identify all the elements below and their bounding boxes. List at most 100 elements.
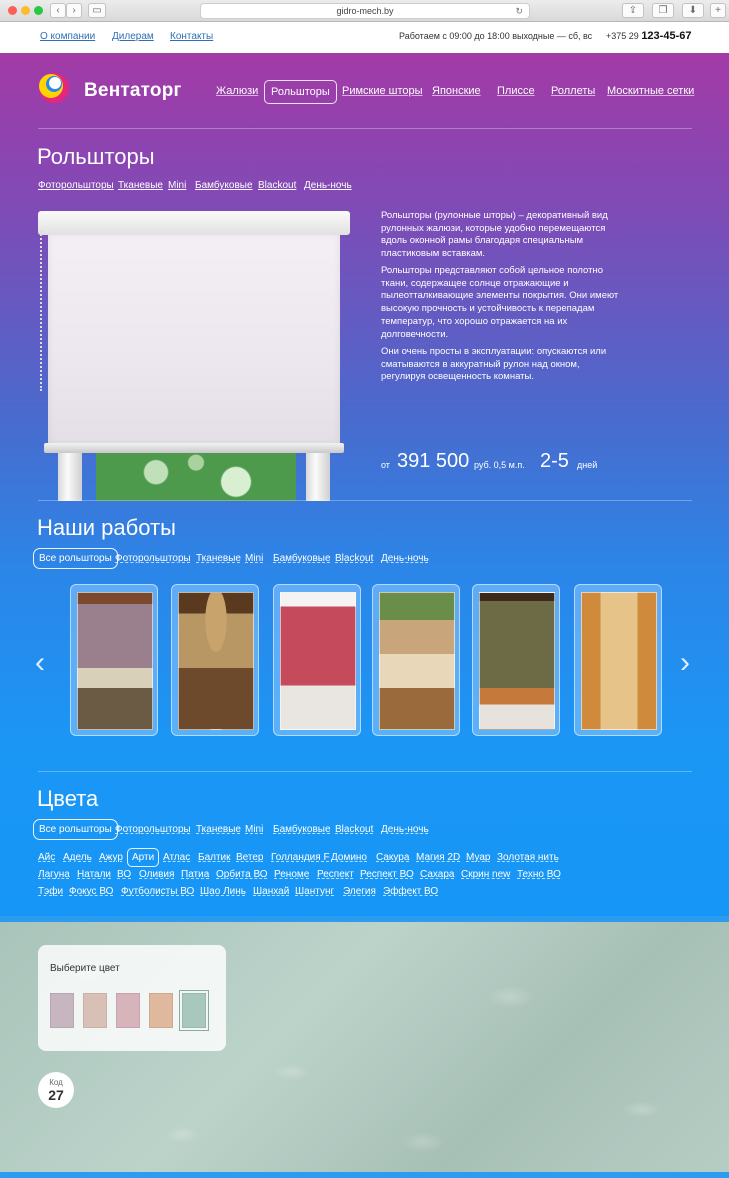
color-code-badge: Код 27 [38, 1072, 74, 1108]
sidebar-icon[interactable]: ▭ [88, 3, 106, 18]
color-option[interactable]: Шанхай [253, 886, 289, 897]
colors-filter-day-night[interactable]: День-ночь [381, 824, 429, 835]
reload-icon[interactable]: ↻ [515, 4, 523, 18]
colors-filter-fabric[interactable]: Тканевые [196, 824, 241, 835]
nav-japanese[interactable]: Японские [432, 85, 481, 97]
works-filter-mini[interactable]: Mini [245, 553, 263, 564]
maximize-window-icon[interactable] [34, 6, 43, 15]
color-option[interactable]: Скрин new [461, 869, 510, 880]
color-option[interactable]: Орбита ВО [216, 869, 268, 880]
blind-cloth [48, 233, 340, 445]
color-option[interactable]: Сакура [376, 852, 409, 863]
color-option[interactable]: Ветер [236, 852, 264, 863]
code-label: Код [49, 1078, 63, 1087]
color-option[interactable]: Патиа [181, 869, 209, 880]
color-option[interactable]: Балтик [198, 852, 231, 863]
color-option[interactable]: Футболисты ВО [121, 886, 194, 897]
blind-roller [38, 211, 350, 235]
color-option[interactable]: Муар [466, 852, 490, 863]
color-option[interactable]: ВО [117, 869, 131, 880]
gallery-next-icon[interactable]: › [680, 646, 690, 680]
blind-bottom-bar [44, 443, 344, 453]
gallery-card[interactable] [273, 584, 361, 736]
link-about[interactable]: О компании [40, 31, 95, 42]
color-option[interactable]: Респект ВО [360, 869, 414, 880]
forward-icon[interactable]: › [66, 3, 82, 18]
subnav-bamboo[interactable]: Бамбуковые [195, 180, 253, 191]
color-option[interactable]: Элегия [343, 886, 376, 897]
address-bar[interactable]: gidro-mech.by ↻ [200, 3, 530, 19]
subnav-mini[interactable]: Mini [168, 180, 186, 191]
gallery-card[interactable] [70, 584, 158, 736]
nav-plisse[interactable]: Плиссе [497, 85, 535, 97]
subnav-fabric[interactable]: Тканевые [118, 180, 163, 191]
colors-filter-bamboo[interactable]: Бамбуковые [273, 824, 331, 835]
footer-strip [0, 1172, 729, 1178]
color-option[interactable]: Голландия F [271, 852, 330, 863]
color-swatch[interactable] [50, 993, 74, 1028]
colors-filter-photo[interactable]: Фоторольшторы [115, 824, 191, 835]
color-option[interactable]: Реноме [274, 869, 309, 880]
color-option[interactable]: Техно ВО [517, 869, 561, 880]
color-option[interactable]: Респект [317, 869, 354, 880]
color-option[interactable]: Шао Линь [200, 886, 246, 897]
nav-rollets[interactable]: Роллеты [551, 85, 595, 97]
color-swatch[interactable] [116, 993, 140, 1028]
color-option[interactable]: Натали [77, 869, 111, 880]
color-option[interactable]: Оливия [139, 869, 174, 880]
color-option[interactable]: Адель [63, 852, 92, 863]
color-option[interactable]: Шантунг [295, 886, 334, 897]
color-swatch-selected[interactable] [179, 990, 209, 1031]
works-filter-fabric[interactable]: Тканевые [196, 553, 241, 564]
works-filter-bamboo[interactable]: Бамбуковые [273, 553, 331, 564]
gallery-prev-icon[interactable]: ‹ [35, 646, 45, 680]
subnav-photo[interactable]: Фоторольшторы [38, 180, 114, 191]
works-filter-blackout[interactable]: Blackout [335, 553, 373, 564]
share-icon[interactable]: ⇪ [622, 3, 644, 18]
color-option[interactable]: Лагуна [38, 869, 70, 880]
nav-rolshtory[interactable]: Рольшторы [264, 80, 337, 104]
color-swatch[interactable] [83, 993, 107, 1028]
downloads-icon[interactable]: ⬇ [682, 3, 704, 18]
back-icon[interactable]: ‹ [50, 3, 66, 18]
colors-filter-blackout[interactable]: Blackout [335, 824, 373, 835]
gallery-card[interactable] [574, 584, 662, 736]
divider [38, 500, 692, 501]
works-filter-all[interactable]: Все рольшторы [33, 548, 118, 569]
color-option[interactable]: Тэфи [38, 886, 63, 897]
color-option-selected[interactable]: Арти [127, 848, 160, 867]
works-filter-photo[interactable]: Фоторольшторы [115, 553, 191, 564]
logo-icon[interactable] [38, 68, 70, 106]
subnav-blackout[interactable]: Blackout [258, 180, 296, 191]
color-option[interactable]: Сахара [420, 869, 454, 880]
gallery-card[interactable] [171, 584, 259, 736]
color-option[interactable]: Домино [331, 852, 367, 863]
color-option[interactable]: Эффект ВО [383, 886, 438, 897]
gallery-card[interactable] [372, 584, 460, 736]
colors-filter-all[interactable]: Все рольшторы [33, 819, 118, 840]
color-swatch[interactable] [149, 993, 173, 1028]
brand-name[interactable]: Вентаторг [84, 80, 182, 102]
color-option[interactable]: Золотая нить [497, 852, 559, 863]
product-title: Рольшторы [37, 144, 155, 169]
color-option[interactable]: Фокус ВО [69, 886, 113, 897]
nav-mosquito-nets[interactable]: Москитные сетки [607, 85, 694, 97]
link-dealers[interactable]: Дилерам [112, 31, 154, 42]
color-option[interactable]: Атлас [163, 852, 190, 863]
phone-number: 123-45-67 [641, 30, 692, 42]
subnav-day-night[interactable]: День-ночь [304, 180, 352, 191]
nav-roman-blinds[interactable]: Римские шторы [342, 85, 423, 97]
tabs-icon[interactable]: ❐ [652, 3, 674, 18]
gallery-card[interactable] [472, 584, 560, 736]
minimize-window-icon[interactable] [21, 6, 30, 15]
color-option[interactable]: Айс [38, 852, 55, 863]
color-option[interactable]: Магия 2D [416, 852, 460, 863]
works-filter-day-night[interactable]: День-ночь [381, 553, 429, 564]
new-tab-icon[interactable]: + [710, 3, 726, 18]
description-paragraph: Рольшторы представляют собой цельное пол… [381, 265, 619, 340]
colors-filter-mini[interactable]: Mini [245, 824, 263, 835]
link-contacts[interactable]: Контакты [170, 31, 213, 42]
nav-jalousie[interactable]: Жалюзи [216, 85, 258, 97]
color-option[interactable]: Ажур [99, 852, 123, 863]
close-window-icon[interactable] [8, 6, 17, 15]
